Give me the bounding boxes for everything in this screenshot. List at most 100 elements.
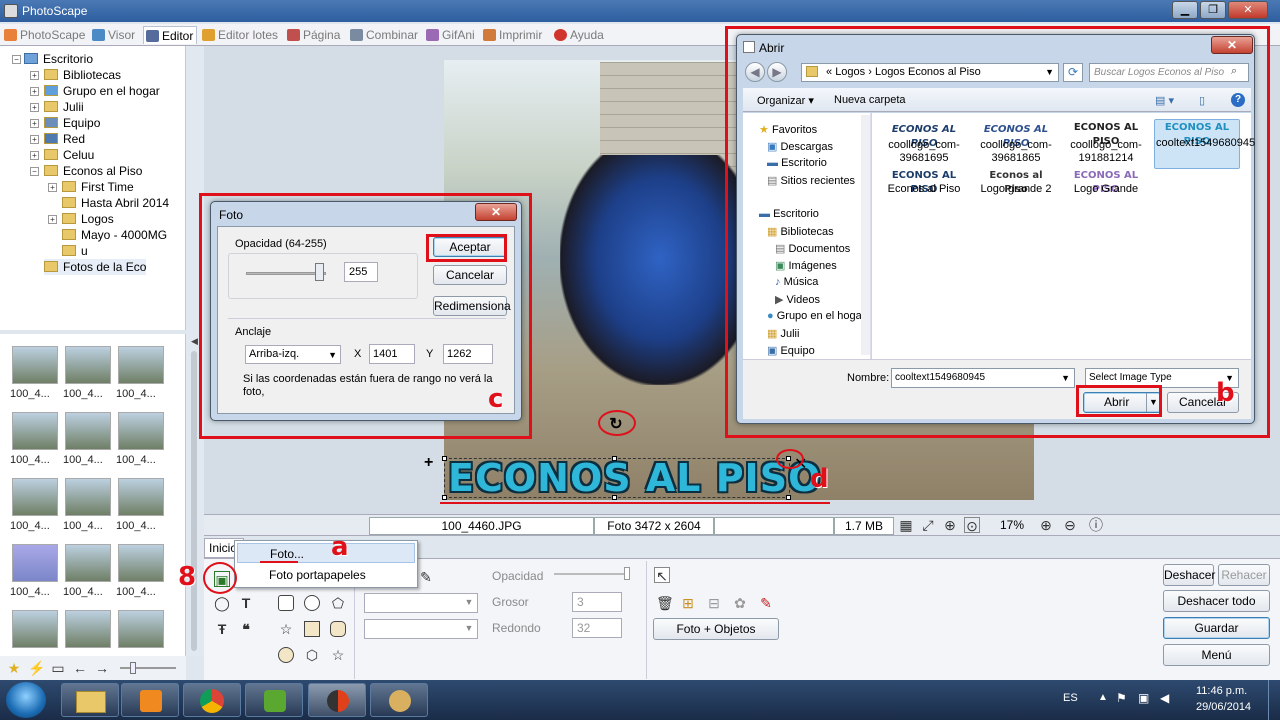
expand-toggle[interactable]: + — [30, 135, 39, 144]
info-icon[interactable]: ⓘ — [1088, 517, 1104, 533]
tab-combinar[interactable]: Combinar — [348, 26, 418, 44]
tree-item-equipo[interactable]: Equipo — [44, 115, 100, 131]
send-back-icon[interactable]: ⊟ — [706, 595, 722, 611]
star-icon[interactable]: ★ — [6, 660, 22, 676]
tree-item-mayo[interactable]: Mayo - 4000MG — [62, 227, 167, 243]
tree-item-julii[interactable]: Julii — [44, 99, 84, 115]
tab-photoscape[interactable]: PhotoScape — [2, 26, 87, 44]
speech-balloon-icon[interactable]: ◯ — [214, 595, 230, 611]
tree-item-logos[interactable]: Logos — [62, 211, 114, 227]
tab-imprimir[interactable]: Imprimir — [481, 26, 545, 44]
hexagon-icon[interactable]: ⬡ — [304, 647, 320, 663]
show-hidden-icons-icon[interactable]: ▲ — [1098, 692, 1108, 703]
rounded-square-icon[interactable] — [330, 621, 346, 637]
photo-thumbnail[interactable] — [12, 544, 58, 582]
ellipse-icon[interactable] — [278, 647, 294, 663]
tab-gifani[interactable]: GifAni — [424, 26, 476, 44]
expand-toggle[interactable]: + — [48, 183, 57, 192]
photo-thumbnail[interactable] — [65, 544, 111, 582]
close-button[interactable]: ✕ — [1228, 1, 1268, 19]
expand-toggle[interactable]: + — [30, 87, 39, 96]
resize-handle[interactable] — [442, 456, 447, 461]
resize-handle[interactable] — [442, 495, 447, 500]
folder-icon[interactable]: ▭ — [50, 660, 66, 676]
rounded-rect-icon[interactable] — [278, 595, 294, 611]
expand-toggle[interactable]: + — [30, 103, 39, 112]
group-icon[interactable]: ✿ — [732, 595, 748, 611]
photo-thumbnail[interactable] — [65, 346, 111, 384]
undo-all-button[interactable]: Deshacer todo — [1163, 590, 1270, 612]
checkerboard-icon[interactable]: ▦ — [898, 517, 914, 533]
move-icon[interactable]: + — [424, 454, 433, 472]
photo-thumbnail[interactable] — [65, 412, 111, 450]
pentagon-icon[interactable]: ⬠ — [330, 595, 346, 611]
save-button[interactable]: Guardar — [1163, 617, 1270, 639]
back-arrow-icon[interactable]: ← — [72, 660, 88, 676]
photo-thumbnail[interactable] — [118, 544, 164, 582]
tree-item-bibliotecas[interactable]: Bibliotecas — [44, 67, 121, 83]
tab-visor[interactable]: Visor — [90, 26, 142, 44]
tree-item-econos[interactable]: Econos al Piso — [44, 163, 142, 179]
menu-item-foto[interactable]: Foto... — [237, 543, 415, 563]
show-desktop-button[interactable] — [1268, 680, 1280, 720]
volume-icon[interactable]: ◀ — [1160, 691, 1169, 705]
tree-item-celuu[interactable]: Celuu — [44, 147, 94, 163]
chrome-taskbar-icon[interactable] — [183, 683, 241, 717]
menu-item-foto-portapapeles[interactable]: Foto portapapeles — [237, 565, 415, 585]
photo-objects-button[interactable]: Foto + Objetos — [653, 618, 779, 640]
thumbnail-size-slider[interactable] — [120, 667, 176, 669]
photo-thumbnail[interactable] — [65, 610, 111, 648]
text-style-icon[interactable]: Ŧ — [214, 621, 230, 637]
tab-pagina[interactable]: Página — [285, 26, 341, 44]
bring-front-icon[interactable]: ⊞ — [680, 595, 696, 611]
zoom-actual-icon[interactable]: ⊙ — [964, 517, 980, 534]
star-shape-icon[interactable]: ☆ — [278, 621, 294, 637]
start-button[interactable] — [6, 682, 46, 718]
tree-item-fotos-eco[interactable]: Fotos de la Eco — [44, 259, 147, 275]
expand-toggle[interactable]: + — [48, 215, 57, 224]
expand-toggle[interactable]: + — [30, 71, 39, 80]
slider-thumb[interactable] — [130, 662, 136, 674]
grosor-spinner[interactable]: 3 — [572, 592, 622, 612]
text-icon[interactable]: T — [238, 595, 254, 611]
select-arrow-icon[interactable]: ↖ — [654, 567, 670, 584]
fit-icon[interactable]: ⤢ — [920, 517, 936, 533]
opacity-slider[interactable] — [554, 573, 630, 575]
language-indicator[interactable]: ES — [1063, 692, 1078, 704]
app-taskbar-icon[interactable] — [245, 683, 303, 717]
collapse-toggle[interactable]: − — [12, 55, 21, 64]
clock-time[interactable]: 11:46 p.m. — [1196, 685, 1247, 697]
color-dropdown[interactable]: ▼ — [364, 593, 478, 613]
square-icon[interactable] — [304, 621, 320, 637]
media-player-taskbar-icon[interactable] — [121, 683, 179, 717]
eyedropper-icon[interactable]: ✎ — [418, 569, 434, 585]
tree-item-u[interactable]: u — [62, 243, 88, 259]
redondo-spinner[interactable]: 32 — [572, 618, 622, 638]
tree-item-grupo[interactable]: Grupo en el hogar — [44, 83, 160, 99]
properties-icon[interactable]: ✎ — [758, 595, 774, 611]
photoscape-taskbar-icon[interactable] — [308, 683, 366, 717]
zoom-out-icon[interactable]: ⊖ — [1062, 517, 1078, 533]
photo-thumbnail[interactable] — [118, 478, 164, 516]
paint-taskbar-icon[interactable] — [370, 683, 428, 717]
circle-icon[interactable] — [304, 595, 320, 611]
tab-editor-lotes[interactable]: Editor lotes — [200, 26, 282, 44]
expand-toggle[interactable]: + — [30, 119, 39, 128]
tree-item-hasta-abril[interactable]: Hasta Abril 2014 — [62, 195, 169, 211]
photo-thumbnail[interactable] — [12, 478, 58, 516]
photo-thumbnail[interactable] — [118, 412, 164, 450]
undo-button[interactable]: Deshacer — [1163, 564, 1215, 586]
collapse-arrow-icon[interactable]: ◀ — [191, 336, 198, 347]
photo-thumbnail[interactable] — [12, 412, 58, 450]
opacity-slider-thumb[interactable] — [624, 567, 630, 580]
thumbnail-scrollbar[interactable] — [191, 351, 197, 651]
tab-ayuda[interactable]: Ayuda — [552, 26, 604, 44]
network-icon[interactable]: ▣ — [1138, 691, 1149, 705]
photo-thumbnail[interactable] — [12, 346, 58, 384]
trash-icon[interactable]: 🗑 — [656, 595, 674, 611]
style-dropdown[interactable]: ▼ — [364, 619, 478, 639]
photo-thumbnail[interactable] — [118, 346, 164, 384]
folder-star-icon[interactable]: ⚡ — [28, 660, 45, 676]
expand-toggle[interactable]: + — [30, 151, 39, 160]
menu-button[interactable]: Menú — [1163, 644, 1270, 666]
